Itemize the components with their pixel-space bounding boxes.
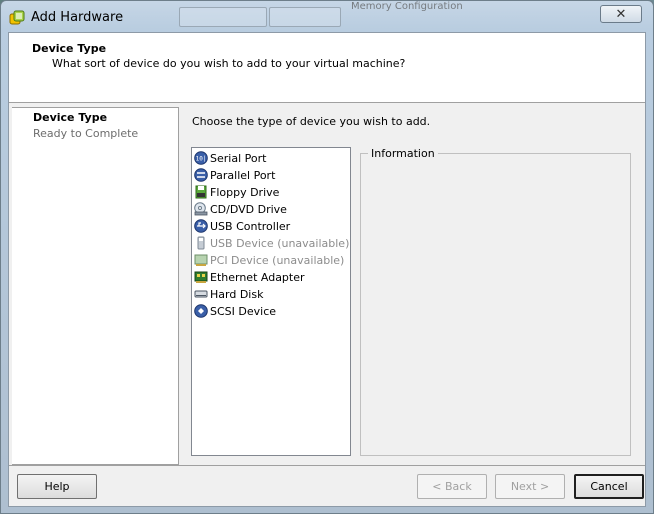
list-item-floppy-drive[interactable]: Floppy Drive xyxy=(193,184,343,201)
list-item-label: PCI Device (unavailable) xyxy=(210,254,345,267)
background-button-ghost xyxy=(179,7,267,27)
list-item-label: Floppy Drive xyxy=(210,186,280,199)
pci-device-icon xyxy=(194,254,208,266)
parallel-port-icon xyxy=(194,168,208,182)
wizard-steps-panel: Device Type Ready to Complete xyxy=(12,107,179,465)
serial-port-icon: 10| xyxy=(194,151,208,165)
device-type-list[interactable]: 10| Serial Port Parallel Port Floppy Dri… xyxy=(191,147,351,456)
next-button[interactable]: Next > xyxy=(495,474,565,499)
list-item-pci-device[interactable]: PCI Device (unavailable) xyxy=(193,252,345,269)
floppy-drive-icon xyxy=(195,185,207,199)
information-groupbox: Information xyxy=(360,147,631,456)
header-subtitle: What sort of device do you wish to add t… xyxy=(52,57,406,70)
back-button[interactable]: < Back xyxy=(417,474,487,499)
help-button[interactable]: Help xyxy=(17,474,97,499)
list-item-serial-port[interactable]: 10| Serial Port xyxy=(193,150,343,167)
usb-controller-icon xyxy=(194,219,208,233)
add-hardware-dialog: Memory Configuration Add Hardware ✕ Devi… xyxy=(0,0,654,514)
list-item-label: CD/DVD Drive xyxy=(210,203,287,216)
window-title: Add Hardware xyxy=(31,10,124,25)
title-bar[interactable]: Memory Configuration Add Hardware ✕ xyxy=(1,1,653,33)
information-legend: Information xyxy=(368,147,438,160)
list-item-label: Parallel Port xyxy=(210,169,276,182)
header-title: Device Type xyxy=(32,42,107,55)
hard-disk-icon xyxy=(194,290,208,298)
step-ready-to-complete[interactable]: Ready to Complete xyxy=(33,127,138,140)
list-item-scsi-device[interactable]: SCSI Device xyxy=(193,303,343,320)
list-item-ethernet-adapter[interactable]: Ethernet Adapter xyxy=(193,269,343,286)
list-item-usb-controller[interactable]: USB Controller xyxy=(193,218,343,235)
list-item-label: SCSI Device xyxy=(210,305,277,318)
ethernet-adapter-icon xyxy=(194,271,208,283)
list-item-label: USB Controller xyxy=(210,220,291,233)
list-item-parallel-port[interactable]: Parallel Port xyxy=(193,167,343,184)
cd-dvd-drive-icon xyxy=(194,202,208,216)
wizard-header: Device Type What sort of device do you w… xyxy=(9,33,645,103)
step-device-type[interactable]: Device Type xyxy=(33,111,107,124)
svg-text:10|: 10| xyxy=(196,156,207,163)
cancel-button[interactable]: Cancel xyxy=(574,474,644,499)
list-item-cd-dvd-drive[interactable]: CD/DVD Drive xyxy=(193,201,343,218)
add-hardware-app-icon xyxy=(9,10,25,25)
list-item-label: Serial Port xyxy=(210,152,267,165)
usb-device-icon xyxy=(197,236,205,250)
background-app-text: Memory Configuration xyxy=(351,1,463,12)
close-button[interactable]: ✕ xyxy=(600,5,642,23)
device-type-prompt: Choose the type of device you wish to ad… xyxy=(192,115,431,128)
footer-divider xyxy=(9,465,645,466)
list-item-hard-disk[interactable]: Hard Disk xyxy=(193,286,343,303)
list-item-label: USB Device (unavailable) xyxy=(210,237,350,250)
background-button-ghost xyxy=(269,7,341,27)
list-item-label: Ethernet Adapter xyxy=(210,271,305,284)
scsi-device-icon xyxy=(194,304,208,318)
dialog-client-area: Device Type What sort of device do you w… xyxy=(8,32,646,507)
list-item-usb-device[interactable]: USB Device (unavailable) xyxy=(193,235,349,252)
list-item-label: Hard Disk xyxy=(210,288,264,301)
close-icon: ✕ xyxy=(615,7,627,22)
